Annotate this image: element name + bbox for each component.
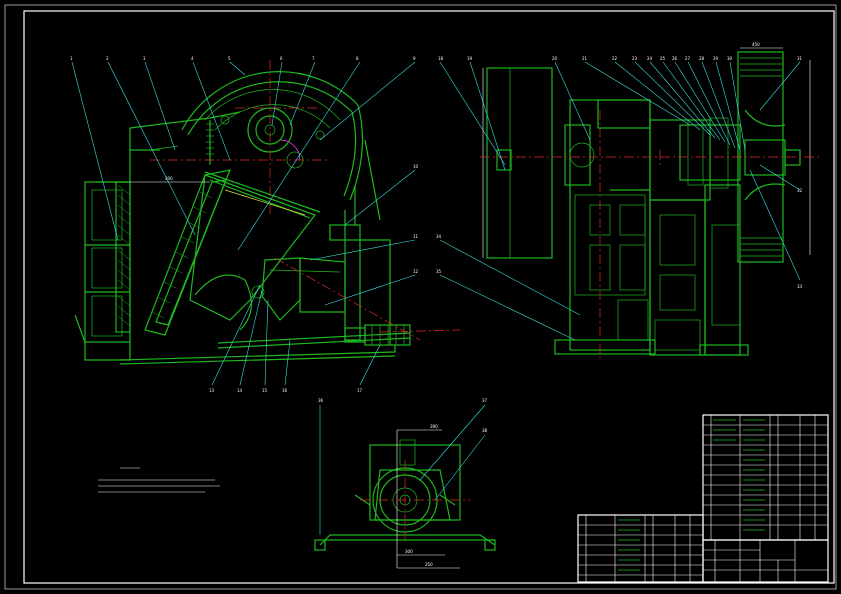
svg-text:37: 37 [482, 398, 488, 403]
svg-text:350: 350 [425, 562, 433, 567]
svg-text:38: 38 [482, 428, 488, 433]
svg-text:29: 29 [713, 56, 719, 61]
svg-text:26: 26 [672, 56, 678, 61]
svg-text:300: 300 [405, 549, 413, 554]
svg-text:27: 27 [685, 56, 691, 61]
svg-text:12: 12 [413, 269, 419, 274]
svg-text:5: 5 [228, 56, 231, 61]
svg-text:24: 24 [647, 56, 653, 61]
svg-text:10: 10 [413, 164, 419, 169]
svg-text:7: 7 [312, 56, 315, 61]
title-block [702, 539, 829, 583]
svg-text:35: 35 [436, 269, 442, 274]
svg-text:1: 1 [70, 56, 73, 61]
svg-text:9: 9 [413, 56, 416, 61]
svg-text:32: 32 [797, 188, 803, 193]
svg-text:23: 23 [632, 56, 638, 61]
svg-text:6: 6 [280, 56, 283, 61]
side-view: 450 18 19 20 21 22 23 24 25 26 27 28 29 30 31 32 3… [436, 42, 820, 360]
svg-text:34: 34 [436, 234, 442, 239]
svg-text:20: 20 [552, 56, 558, 61]
svg-text:8: 8 [356, 56, 359, 61]
svg-text:14: 14 [237, 388, 243, 393]
svg-text:31: 31 [797, 56, 803, 61]
svg-text:19: 19 [467, 56, 473, 61]
svg-text:13: 13 [209, 388, 215, 393]
svg-text:25: 25 [660, 56, 666, 61]
svg-text:2: 2 [106, 56, 109, 61]
svg-text:21: 21 [582, 56, 588, 61]
parts-list-table [702, 414, 829, 541]
svg-text:17: 17 [357, 388, 363, 393]
parts-list-lower [577, 514, 704, 583]
svg-text:4: 4 [191, 56, 194, 61]
svg-text:450: 450 [752, 42, 760, 47]
svg-text:390: 390 [430, 424, 438, 429]
svg-text:16: 16 [282, 388, 288, 393]
svg-text:18: 18 [438, 56, 444, 61]
svg-text:28: 28 [699, 56, 705, 61]
svg-text:11: 11 [413, 234, 419, 239]
technical-notes [98, 467, 220, 493]
mechanical-drawing: 200 123 456 789 101112 13 14 15 16 17 45… [4, 4, 837, 590]
jaw-width-dimension: 200 [165, 176, 173, 181]
motor-view: 390 300 350 36 37 38 [314, 398, 496, 569]
svg-text:30: 30 [727, 56, 733, 61]
svg-text:36: 36 [318, 398, 324, 403]
svg-text:15: 15 [262, 388, 268, 393]
svg-text:22: 22 [612, 56, 618, 61]
svg-text:33: 33 [797, 284, 803, 289]
svg-text:3: 3 [143, 56, 146, 61]
